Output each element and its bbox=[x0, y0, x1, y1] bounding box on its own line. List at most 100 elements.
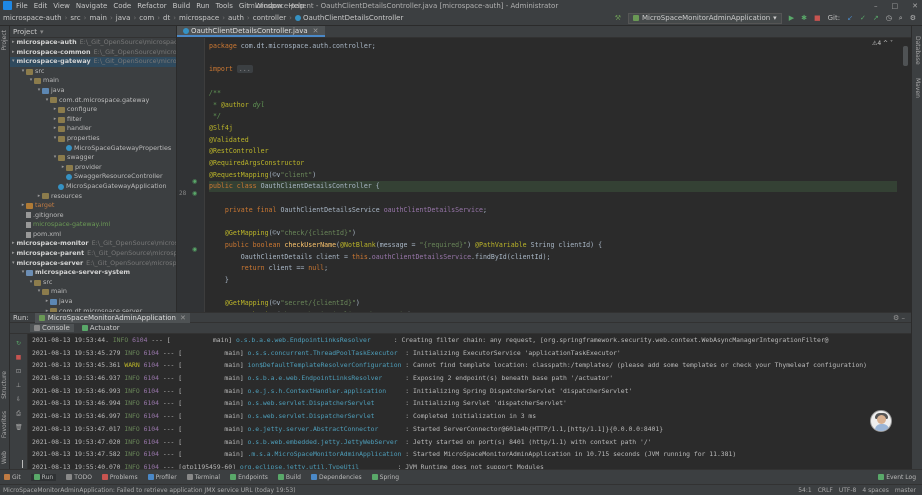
hammer-icon[interactable]: ⚒ bbox=[615, 14, 621, 22]
tree-item[interactable]: pom.xml bbox=[10, 230, 176, 240]
avatar[interactable] bbox=[870, 410, 892, 432]
tool-tab-todo[interactable]: TODO bbox=[66, 474, 92, 481]
chevron-icon[interactable]: ▸ bbox=[12, 38, 15, 48]
status-item[interactable]: CRLF bbox=[818, 487, 833, 494]
web-tool-tab[interactable]: Web bbox=[1, 451, 8, 464]
tree-item[interactable]: ▸ target bbox=[10, 201, 176, 211]
chevron-icon[interactable]: ▾ bbox=[12, 259, 15, 269]
history-icon[interactable]: ◷ bbox=[886, 14, 892, 22]
tree-item[interactable]: ▾ main bbox=[10, 287, 176, 297]
tree-item[interactable]: ▾ microspace-gateway E:\_Git_OpenSource\mi… bbox=[10, 57, 176, 67]
tab-actuator[interactable]: Actuator bbox=[81, 324, 120, 332]
breadcrumb-item[interactable]: dt bbox=[163, 14, 170, 22]
search-icon[interactable]: ⌕ bbox=[899, 14, 903, 23]
breadcrumb-item[interactable]: controller bbox=[253, 14, 286, 22]
tool-tab-profiler[interactable]: Profiler bbox=[147, 474, 177, 481]
tool-tab-endpoints[interactable]: Endpoints bbox=[230, 474, 268, 481]
menu-item-build[interactable]: Build bbox=[173, 2, 191, 10]
menu-item-view[interactable]: View bbox=[53, 2, 70, 10]
tree-item[interactable]: MicroSpaceGatewayProperties bbox=[10, 144, 176, 154]
inspection-widget[interactable]: ⚠4 ^ ˅ bbox=[872, 40, 893, 47]
menu-item-tools[interactable]: Tools bbox=[216, 2, 233, 10]
menu-item-refactor[interactable]: Refactor bbox=[137, 2, 166, 10]
breadcrumb-item[interactable]: com bbox=[139, 14, 154, 22]
close-icon[interactable]: ✕ bbox=[912, 2, 918, 10]
breadcrumb-item[interactable]: main bbox=[89, 14, 107, 22]
tree-item[interactable]: ▾ src bbox=[10, 67, 176, 77]
tool-tab-build[interactable]: Build bbox=[277, 474, 301, 481]
tool-tab-terminal[interactable]: Terminal bbox=[186, 474, 220, 481]
stop-icon[interactable]: ■ bbox=[15, 354, 22, 361]
tree-item[interactable]: ▸ provider bbox=[10, 163, 176, 173]
tree-item[interactable]: ▾ microspace-server-system bbox=[10, 268, 176, 278]
git-push-icon[interactable]: ↗ bbox=[873, 14, 879, 22]
tool-tab-problems[interactable]: Problems bbox=[101, 474, 138, 481]
close-icon[interactable]: ✕ bbox=[180, 314, 186, 322]
spring-bean-icon[interactable]: ◉ bbox=[192, 178, 197, 185]
tree-item[interactable]: .gitignore bbox=[10, 211, 176, 221]
chevron-icon[interactable]: ▾ bbox=[12, 57, 15, 67]
menu-item-file[interactable]: File bbox=[16, 2, 28, 10]
chevron-icon[interactable]: ▸ bbox=[12, 249, 15, 259]
trash-icon[interactable]: 🗑 bbox=[15, 424, 23, 431]
status-item[interactable]: 54:1 bbox=[798, 487, 811, 494]
gear-icon[interactable]: ⚙ – bbox=[893, 314, 905, 322]
pin-icon[interactable]: ⊥ bbox=[15, 382, 22, 389]
menu-item-edit[interactable]: Edit bbox=[34, 2, 48, 10]
maven-tool-tab[interactable]: Maven bbox=[914, 78, 921, 98]
tree-item[interactable]: ▸ resources bbox=[10, 192, 176, 202]
run-icon[interactable]: ▶ bbox=[789, 14, 794, 22]
tree-item[interactable]: ▸ microspace-monitor E:\_Git_OpenSource\mi… bbox=[10, 239, 176, 249]
tree-item[interactable]: ▾ properties bbox=[10, 134, 176, 144]
breadcrumb-item[interactable]: java bbox=[116, 14, 131, 22]
run-config-tab[interactable]: MicroSpaceMonitorAdminApplication ✕ bbox=[34, 312, 190, 323]
editor-scrollbar[interactable] bbox=[903, 46, 908, 66]
tab-console[interactable]: Console bbox=[30, 324, 74, 332]
tree-item[interactable]: ▸ microspace-auth E:\_Git_OpenSource\micro… bbox=[10, 38, 176, 48]
tool-tab-run[interactable]: Run bbox=[30, 473, 57, 481]
tree-item[interactable]: ▸ handler bbox=[10, 124, 176, 134]
status-item[interactable]: 4 spaces bbox=[862, 487, 888, 494]
debug-icon[interactable]: ✱ bbox=[801, 14, 807, 22]
scroll-end-icon[interactable]: ⇩ bbox=[15, 396, 22, 403]
tree-item[interactable]: ▸ configure bbox=[10, 105, 176, 115]
tool-tab-git[interactable]: Git bbox=[4, 474, 21, 481]
tree-item[interactable]: ▸ microspace-common E:\_Git_OpenSource\mic… bbox=[10, 48, 176, 58]
breadcrumb-item[interactable]: OauthClientDetailsController bbox=[303, 14, 403, 22]
menu-item-code[interactable]: Code bbox=[113, 2, 131, 10]
tree-item[interactable]: ▸ filter bbox=[10, 115, 176, 125]
favorites-tool-tab[interactable]: Favorites bbox=[1, 411, 8, 438]
endpoint-icon[interactable]: ◉ bbox=[192, 246, 197, 253]
tree-item[interactable]: MicroSpaceGatewayApplication bbox=[10, 182, 176, 192]
status-item[interactable]: UTF-8 bbox=[839, 487, 857, 494]
rerun-icon[interactable]: ↻ bbox=[15, 340, 22, 347]
status-item[interactable]: master bbox=[895, 487, 916, 494]
console-output[interactable]: 2021-08-13 19:53:44. INFO 6104 --- [ mai… bbox=[32, 334, 899, 470]
tree-item[interactable]: ▸ java bbox=[10, 297, 176, 307]
database-tool-tab[interactable]: Database bbox=[914, 36, 921, 65]
chevron-icon[interactable]: ▸ bbox=[12, 48, 15, 58]
tree-item[interactable]: ▾ swagger bbox=[10, 153, 176, 163]
tree-item[interactable]: ▾ main bbox=[10, 76, 176, 86]
breadcrumb-item[interactable]: microspace-auth bbox=[3, 14, 62, 22]
maximize-icon[interactable]: □ bbox=[892, 2, 899, 10]
breadcrumb-item[interactable]: microspace bbox=[179, 14, 219, 22]
code-area[interactable]: package com.dt.microspace.auth.controlle… bbox=[209, 38, 897, 312]
tree-item[interactable]: ▾ src bbox=[10, 278, 176, 288]
structure-tool-tab[interactable]: Structure bbox=[1, 371, 8, 399]
git-update-icon[interactable]: ↙ bbox=[847, 14, 853, 22]
breadcrumb-item[interactable]: src bbox=[70, 14, 80, 22]
print-icon[interactable]: ⎙ bbox=[15, 410, 22, 417]
run-config-select[interactable]: MicroSpaceMonitorAdminApplication ▾ bbox=[627, 12, 782, 24]
tree-item[interactable]: ▾ com.dt.microspace.gateway bbox=[10, 96, 176, 106]
tree-item[interactable]: ▾ microspace-server E:\_Git_OpenSource\mic… bbox=[10, 259, 176, 269]
menu-item-run[interactable]: Run bbox=[196, 2, 209, 10]
tree-item[interactable]: microspace-gateway.iml bbox=[10, 220, 176, 230]
stop-icon[interactable]: ■ bbox=[814, 14, 821, 22]
git-commit-icon[interactable]: ✓ bbox=[860, 14, 866, 22]
event-log-button[interactable]: Event Log bbox=[878, 474, 916, 481]
tree-item[interactable]: SwaggerResourceController bbox=[10, 172, 176, 182]
breadcrumb-item[interactable]: auth bbox=[228, 14, 244, 22]
tool-tab-dependencies[interactable]: Dependencies bbox=[310, 474, 362, 481]
status-message[interactable]: MicroSpaceMonitorAdminApplication: Faile… bbox=[3, 487, 296, 494]
